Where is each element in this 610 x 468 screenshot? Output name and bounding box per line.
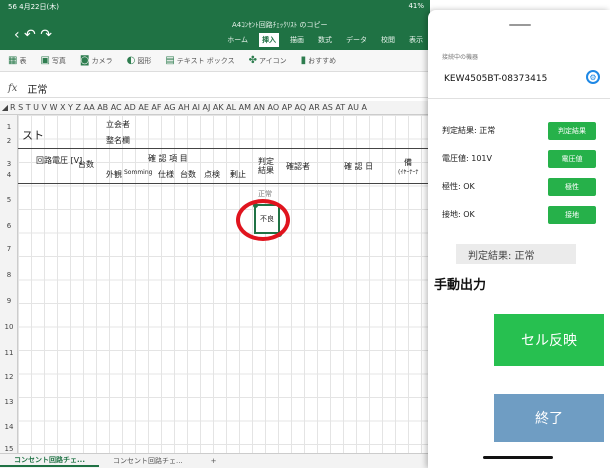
cell-reflect-button[interactable]: セル反映 <box>494 314 604 366</box>
formula-value[interactable]: 正常 <box>27 81 47 96</box>
status-time: 56 4月22日(木) <box>8 3 59 11</box>
cell-insulation[interactable]: Somming <box>124 169 152 176</box>
sheet-tab-1[interactable]: コンセント回路チェ... <box>0 455 99 467</box>
tab-draw[interactable]: 描画 <box>287 33 307 47</box>
manual-output-heading: 手動出力 <box>434 278 487 293</box>
table-border <box>18 183 430 184</box>
row-voltage: 電圧値: 101V 電圧値 <box>428 148 610 170</box>
cell-tag[interactable]: 点検 <box>204 169 220 180</box>
toolbar-shapes[interactable]: ◐ 図形 <box>127 55 152 66</box>
divider <box>428 98 610 99</box>
voltage-label: 電圧値: 101V <box>442 154 492 163</box>
tab-review[interactable]: 校閲 <box>378 33 398 47</box>
row-header[interactable]: 11 <box>0 349 18 357</box>
toolbar-camera[interactable]: ◙ カメラ <box>80 55 113 66</box>
row-header[interactable]: 14 <box>0 423 18 431</box>
row-header[interactable]: 5 <box>0 196 18 204</box>
judgment-label: 判定結果: 正常 <box>442 126 496 135</box>
cell-inspector[interactable]: 確認者 <box>286 161 310 172</box>
tab-home[interactable]: ホーム <box>224 33 251 47</box>
column-headers: ◢ R S T U V W X Y Z AA AB AC AD AE AF AG… <box>0 101 430 115</box>
table-icon: ▦ <box>8 55 18 66</box>
row-header[interactable]: 2 <box>0 137 18 145</box>
row-header[interactable]: 4 <box>0 171 18 179</box>
ribbon-tabs: ホーム 挿入 描画 数式 データ 校閲 表示 <box>224 33 426 47</box>
undo-redo-icons[interactable]: ‹ ↶ ↷ <box>14 27 52 43</box>
cell-organizer[interactable]: 整名欄 <box>106 135 130 146</box>
cell-date[interactable]: 確 認 日 <box>344 161 373 172</box>
row-header[interactable]: 10 <box>0 323 18 331</box>
cell-circuit-voltage[interactable]: 回路電圧 [V] <box>36 155 82 166</box>
tab-data[interactable]: データ <box>343 33 370 47</box>
cell-count2[interactable]: 台数 <box>180 169 196 180</box>
row-header[interactable]: 7 <box>0 245 18 253</box>
photo-icon: ▣ <box>40 55 50 66</box>
meter-panel: 接続中の機器 KEW4505BT-08373415 ⚙ 判定結果: 正常 判定結… <box>428 10 610 468</box>
row-header[interactable]: 15 <box>0 445 18 453</box>
voltage-button[interactable]: 電圧値 <box>548 150 596 168</box>
cell-appearance[interactable]: 外観 <box>106 169 122 180</box>
spreadsheet-grid[interactable]: スト 立会者 整名欄 回路電圧 [V] 台数 確 認 項 目 外観 Sommin… <box>18 115 430 453</box>
toolbar-table[interactable]: ▦ 表 <box>8 55 26 66</box>
cell-count[interactable]: 台数 <box>78 159 94 170</box>
toolbar-textbox[interactable]: ▤ テキスト ボックス <box>165 55 234 66</box>
finish-button[interactable]: 終了 <box>494 394 604 442</box>
document-title: A4ｺﾝｾﾝﾄ回路ﾁｪｯｸﾘｽﾄ のコピー <box>232 21 328 29</box>
ground-label: 接地: OK <box>442 210 475 219</box>
sheet-tabs: コンセント回路チェ... コンセント回路チェ... + <box>0 453 430 468</box>
row-header[interactable]: 3 <box>0 160 18 168</box>
row-header[interactable]: 8 <box>0 271 18 279</box>
panel-drag-handle[interactable] <box>509 24 531 26</box>
table-border <box>18 148 430 149</box>
cell-other[interactable]: 剰止 <box>230 169 246 180</box>
device-name: KEW4505BT-08373415 <box>444 74 548 84</box>
textbox-icon: ▤ <box>165 55 175 66</box>
bluetooth-icon[interactable]: ⚙ <box>586 70 600 84</box>
column-letters: R S T U V W X Y Z AA AB AC AD AE AF AG A… <box>10 103 368 112</box>
polarity-label: 極性: OK <box>442 182 475 191</box>
tab-insert[interactable]: 挿入 <box>259 33 279 47</box>
connected-device-label: 接続中の機器 <box>442 54 479 61</box>
battery-indicator: 41% <box>408 2 424 10</box>
row-header[interactable]: 13 <box>0 398 18 406</box>
cell-ok-option[interactable]: 正常 <box>258 189 272 199</box>
judgment-button[interactable]: 判定結果 <box>548 122 596 140</box>
shapes-icon: ◐ <box>126 55 136 66</box>
select-all-corner[interactable]: ◢ <box>0 103 10 112</box>
insert-toolbar: ▦ 表 ▣ 写真 ◙ カメラ ◐ 図形 ▤ テキスト ボックス ✤ アイコン ▮ おすすめ <box>0 50 430 72</box>
sheet-tab-2[interactable]: コンセント回路チェ... <box>99 456 197 466</box>
polarity-button[interactable]: 極性 <box>548 178 596 196</box>
cell-title-fragment[interactable]: スト <box>22 127 44 143</box>
cell-judgment-header[interactable]: 判定 結果 <box>258 157 278 175</box>
add-sheet-button[interactable]: + <box>197 457 231 465</box>
formula-bar[interactable]: fx 正常 <box>0 80 430 98</box>
toolbar-photo[interactable]: ▣ 写真 <box>40 55 65 66</box>
chart-icon: ▮ <box>300 55 307 66</box>
row-ground: 接地: OK 接地 <box>428 204 610 226</box>
cell-remark2[interactable]: (ｲﾔｰﾅｰﾅ <box>398 167 418 176</box>
cell-spec[interactable]: 仕様 <box>158 169 174 180</box>
cell-inspection-header[interactable]: 確 認 項 目 <box>148 153 188 164</box>
ground-button[interactable]: 接地 <box>548 206 596 224</box>
fx-icon: fx <box>8 83 18 94</box>
tab-formulas[interactable]: 数式 <box>315 33 335 47</box>
excel-header: 56 4月22日(木) 41% ‹ ↶ ↷ A4ｺﾝｾﾝﾄ回路ﾁｪｯｸﾘｽﾄ の… <box>0 0 430 50</box>
row-header[interactable]: 9 <box>0 297 18 305</box>
toolbar-recommended[interactable]: ▮ おすすめ <box>301 55 337 66</box>
row-header[interactable]: 1 <box>0 123 18 131</box>
row-polarity: 極性: OK 極性 <box>428 176 610 198</box>
row-judgment: 判定結果: 正常 判定結果 <box>428 120 610 142</box>
row-header[interactable]: 12 <box>0 373 18 381</box>
result-display: 判定結果: 正常 <box>456 244 576 264</box>
home-indicator[interactable] <box>483 456 553 459</box>
row-headers: 1 2 3 4 5 6 7 8 9 10 11 12 13 14 15 <box>0 115 18 453</box>
icons-icon: ✤ <box>248 55 257 66</box>
toolbar-icons[interactable]: ✤ アイコン <box>249 55 287 66</box>
camera-icon: ◙ <box>79 55 90 66</box>
tab-view[interactable]: 表示 <box>406 33 426 47</box>
annotation-circle <box>236 199 290 241</box>
cell-witness[interactable]: 立会者 <box>106 119 130 130</box>
row-header[interactable]: 6 <box>0 222 18 230</box>
